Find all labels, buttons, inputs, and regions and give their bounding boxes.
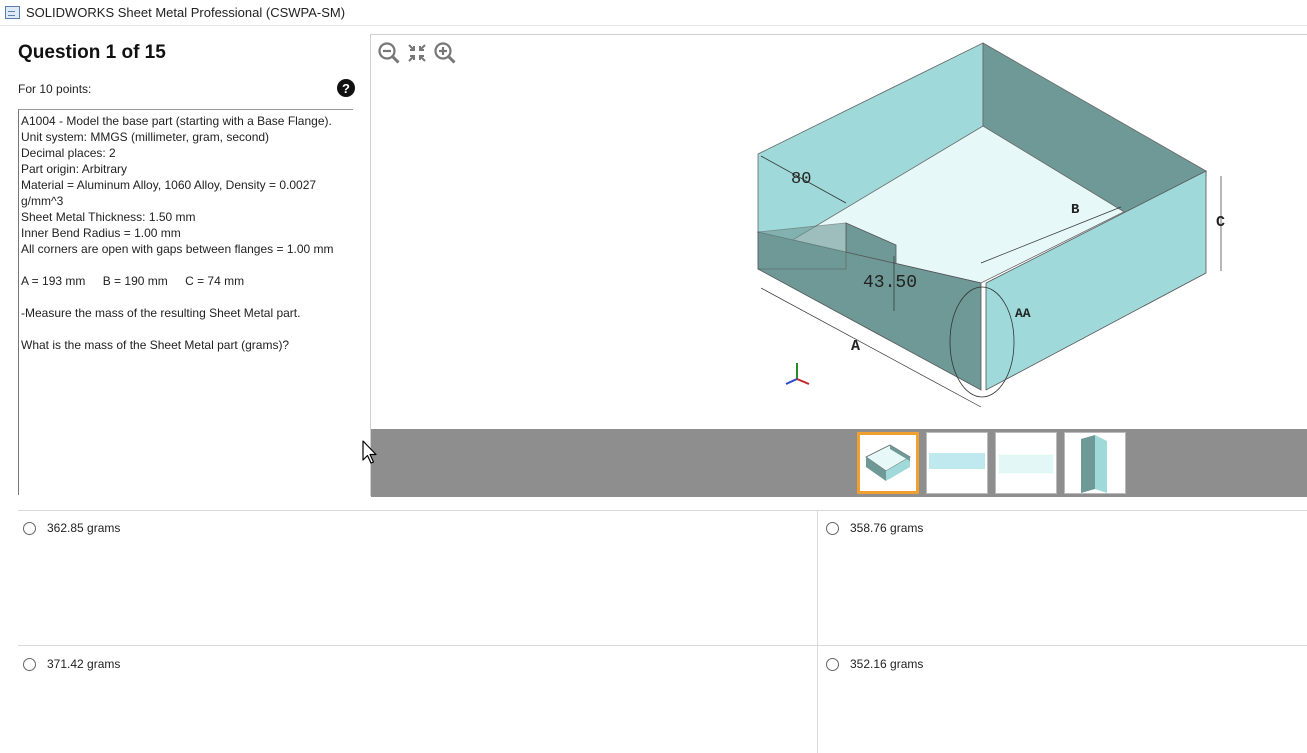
prompt-text: What is the mass of the Sheet Metal part… [21,338,290,352]
question-line: g/mm^3 [21,194,64,208]
dimension-values: A = 193 mm B = 190 mm C = 74 mm [21,273,351,289]
task-text: -Measure the mass of the resulting Sheet… [21,306,301,320]
dimension-43-50: 43.50 [863,273,917,293]
dimension-a: A [851,338,860,355]
dimension-80: 80 [791,170,811,189]
answer-label: 358.76 grams [850,521,924,535]
answer-label: 371.42 grams [47,657,121,671]
answer-option-1[interactable]: 362.85 grams [23,521,120,535]
part-drawing: 80 43.50 B C A AA [756,42,1225,408]
image-viewer: 80 43.50 B C A AA [370,34,1307,497]
answer-option-3[interactable]: 371.42 grams [23,657,120,671]
question-line: Decimal places: 2 [21,146,116,160]
radio-button[interactable] [826,521,839,535]
title-bar: SOLIDWORKS Sheet Metal Professional (CSW… [0,0,1307,26]
answer-option-2[interactable]: 358.76 grams [826,521,923,535]
radio-button[interactable] [23,657,36,671]
mouse-cursor-icon [362,440,378,471]
question-line: A1004 - Model the base part (starting wi… [21,114,332,128]
help-icon[interactable]: ? [337,79,355,97]
points-label: For 10 points: [18,82,92,96]
thumbnail-4[interactable] [1064,432,1126,494]
thumbnail-1[interactable] [857,432,919,494]
dimension-c: C [1216,214,1225,231]
dim-b: B = 190 mm [102,274,168,288]
dim-a: A = 193 mm [21,274,86,288]
answer-label: 352.16 grams [850,657,924,671]
question-line: Inner Bend Radius = 1.00 mm [21,226,181,240]
radio-button[interactable] [826,657,839,671]
question-line: Unit system: MMGS (millimeter, gram, sec… [21,130,270,144]
dimension-b: B [1071,202,1080,218]
question-heading: Question 1 of 15 [18,42,166,63]
answer-option-4[interactable]: 352.16 grams [826,657,923,671]
thumbnail-strip [371,429,1307,497]
question-line: Material = Aluminum Alloy, 1060 Alloy, D… [21,178,317,192]
radio-button[interactable] [23,521,36,535]
window-title: SOLIDWORKS Sheet Metal Professional (CSW… [26,5,346,20]
question-line: Sheet Metal Thickness: 1.50 mm [21,210,196,224]
thumbnail-2[interactable] [926,432,988,494]
answer-options: 362.85 grams 358.76 grams 371.42 grams 3… [18,510,1307,753]
answer-label: 362.85 grams [47,521,121,535]
app-icon [5,6,20,19]
detail-aa-label: AA [1015,306,1031,321]
question-line: All corners are open with gaps between f… [21,242,334,256]
question-line: Part origin: Arbitrary [21,162,128,176]
dim-c: C = 74 mm [185,274,245,288]
thumbnail-3[interactable] [995,432,1057,494]
question-text-box: A1004 - Model the base part (starting wi… [18,109,353,495]
